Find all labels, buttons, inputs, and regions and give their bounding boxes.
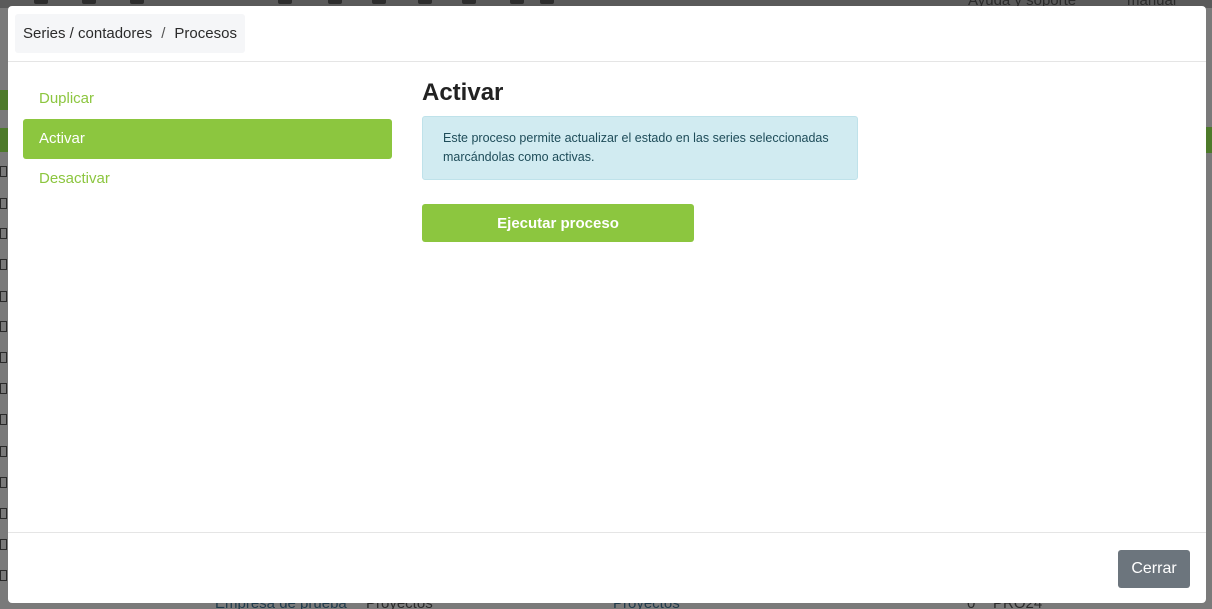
run-process-button[interactable]: Ejecutar proceso — [422, 204, 694, 242]
close-button[interactable]: Cerrar — [1118, 550, 1190, 588]
background-toolbar-icon — [82, 0, 96, 4]
background-toolbar-icon — [462, 0, 476, 4]
background-row-checkbox — [0, 539, 7, 550]
background-row-checkbox — [0, 570, 7, 581]
process-item-activar[interactable]: Activar — [23, 119, 392, 159]
breadcrumb: Series / contadores / Procesos — [15, 14, 245, 53]
background-row-checkbox — [0, 291, 7, 302]
breadcrumb-separator: / — [161, 25, 166, 42]
process-description: Este proceso permite actualizar el estad… — [422, 116, 858, 180]
process-list: Duplicar Activar Desactivar — [23, 79, 392, 199]
breadcrumb-item-series[interactable]: Series / contadores — [23, 25, 152, 42]
modal-body: Duplicar Activar Desactivar Activar Este… — [8, 63, 1206, 531]
background-green-marker — [0, 128, 8, 152]
process-title: Activar — [422, 79, 504, 106]
background-row-checkbox — [0, 383, 7, 394]
background-row-checkbox — [0, 477, 7, 488]
background-toolbar-icon — [328, 0, 342, 4]
background-row-checkbox — [0, 352, 7, 363]
breadcrumb-item-procesos: Procesos — [174, 25, 237, 42]
background-toolbar-icon — [34, 0, 48, 4]
background-row-checkbox — [0, 446, 7, 457]
background-toolbar-icon — [418, 0, 432, 4]
background-toolbar-icon — [278, 0, 292, 4]
background-green-marker — [0, 90, 8, 110]
background-row-checkbox — [0, 228, 7, 239]
background-row-checkbox — [0, 414, 7, 425]
modal-footer: Cerrar — [8, 532, 1206, 603]
background-row-checkbox — [0, 198, 7, 209]
background-row-checkbox — [0, 166, 7, 177]
process-item-desactivar[interactable]: Desactivar — [23, 159, 392, 199]
background-toolbar-icon — [130, 0, 144, 4]
background-green-marker — [1206, 127, 1212, 153]
background-row-checkbox — [0, 321, 7, 332]
background-toolbar-icon — [540, 0, 554, 4]
process-content: Activar Este proceso permite actualizar … — [422, 78, 862, 242]
background-row-checkbox — [0, 259, 7, 270]
process-item-duplicar[interactable]: Duplicar — [23, 79, 392, 119]
process-modal: Series / contadores / Procesos Duplicar … — [8, 6, 1206, 603]
background-toolbar-icon — [372, 0, 386, 4]
background-row-checkbox — [0, 508, 7, 519]
modal-header: Series / contadores / Procesos — [8, 6, 1206, 62]
background-toolbar-icon — [510, 0, 524, 4]
